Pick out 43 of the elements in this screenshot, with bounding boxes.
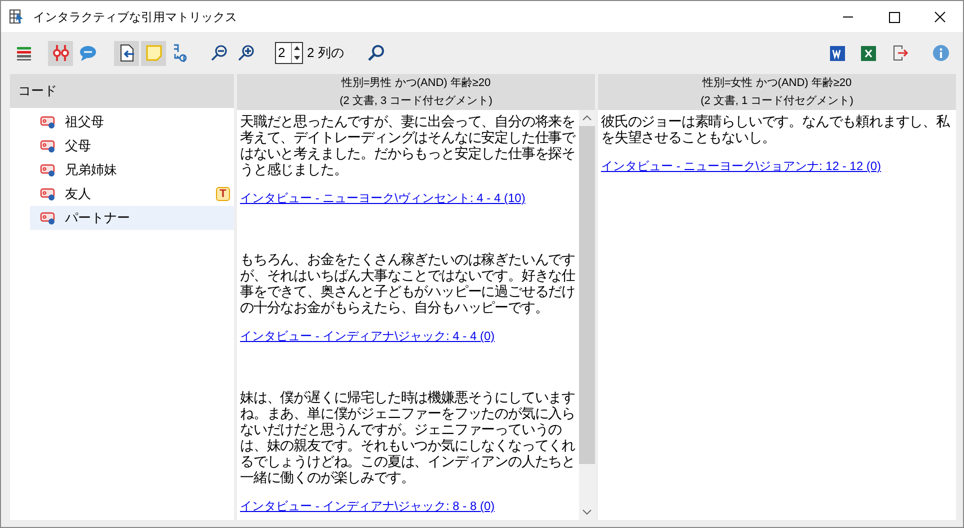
segment-text: 天職だと思ったんですが、妻に出会って、自分の将来を考えて、デイトレーディングはそんなに安定した仕事ではないと考えました。だからもっと安定した仕事を探そうと感じました。 bbox=[240, 113, 575, 177]
code-tag-icon bbox=[40, 187, 56, 201]
window-title: インタラクティブな引用マトリックス bbox=[33, 8, 237, 26]
zoom-in-icon bbox=[238, 44, 256, 62]
code-tag-icon bbox=[40, 211, 56, 225]
source-link[interactable]: インタビュー - インディアナ\ジャック: 4 - 4 (0) bbox=[240, 327, 495, 345]
segment-text: 妹は、僕が遅くに帰宅した時は機嫌悪そうにしていますね。まあ、単に僕がジェニファーをフッたのが気に入らないだけだと思うんですが。ジェニファーっていうのは、妹の親友です。それもいつか気にしなくなってくれるでしょうけどね。この夏は、インディアンの人たちと一緒に働くのが楽しみです。 bbox=[240, 389, 575, 485]
filter-button[interactable] bbox=[48, 40, 73, 66]
code-item[interactable]: 父母 bbox=[30, 134, 234, 158]
source-link[interactable]: インタビュー - ニューヨーク\ジョアンナ: 12 - 12 (0) bbox=[601, 157, 882, 175]
document-arrow-button[interactable] bbox=[114, 40, 139, 66]
export-icon bbox=[892, 45, 908, 61]
info-icon bbox=[932, 45, 948, 61]
levels-icon bbox=[16, 45, 32, 61]
column-count-label: 2 列の bbox=[307, 44, 344, 62]
code-item[interactable]: 兄弟姉妹 bbox=[30, 158, 234, 182]
source-link[interactable]: インタビュー - ニューヨーク\ヴィンセント: 4 - 4 (10) bbox=[240, 189, 526, 207]
note-icon bbox=[144, 44, 162, 62]
segment-text: もちろん、お金をたくさん稼ぎたいのは稼ぎたいんですが、それはいちばん大事なことではないです。好きな仕事をできて、奥さんと子どもがハッピーに過ごせるだけの十分なお金がもらえたら、自分もハッピーです。 bbox=[240, 251, 575, 315]
column-title: 性別=女性 かつ(AND) 年齢≥20 bbox=[702, 76, 852, 91]
scrollbar[interactable] bbox=[579, 110, 595, 520]
document-arrow-icon bbox=[118, 44, 136, 62]
speech-bubble-icon bbox=[78, 44, 96, 62]
app-icon bbox=[9, 8, 25, 24]
filter-icon bbox=[52, 44, 70, 62]
zoom-out-icon bbox=[210, 44, 228, 62]
spreadsheet-icon bbox=[861, 46, 876, 60]
code-tag-icon bbox=[40, 139, 56, 153]
code-item[interactable]: 友人 T bbox=[30, 182, 234, 206]
word-icon bbox=[830, 46, 845, 60]
segment-text: 彼氏のジョーは素晴らしいです。なんでも頼れますし、私を失望させることもないし。 bbox=[601, 113, 951, 145]
code-item[interactable]: 祖父母 bbox=[30, 110, 234, 134]
code-tag-icon bbox=[40, 163, 56, 177]
text-badge: T bbox=[216, 187, 230, 201]
column-subtitle: (2 文書, 3 コード付セグメント) bbox=[340, 94, 492, 109]
column-count-spinner[interactable]: 2 bbox=[275, 42, 303, 64]
search-icon bbox=[367, 44, 386, 62]
code-tag-icon bbox=[40, 115, 56, 129]
column-title: 性別=男性 かつ(AND) 年齢≥20 bbox=[341, 76, 491, 91]
source-link[interactable]: インタビュー - インディアナ\ジャック: 8 - 8 (0) bbox=[240, 497, 495, 515]
column-header: コード bbox=[10, 74, 234, 108]
column-subtitle: (2 文書, 1 コード付セグメント) bbox=[700, 94, 854, 109]
code-item[interactable]: パートナー bbox=[30, 206, 234, 230]
